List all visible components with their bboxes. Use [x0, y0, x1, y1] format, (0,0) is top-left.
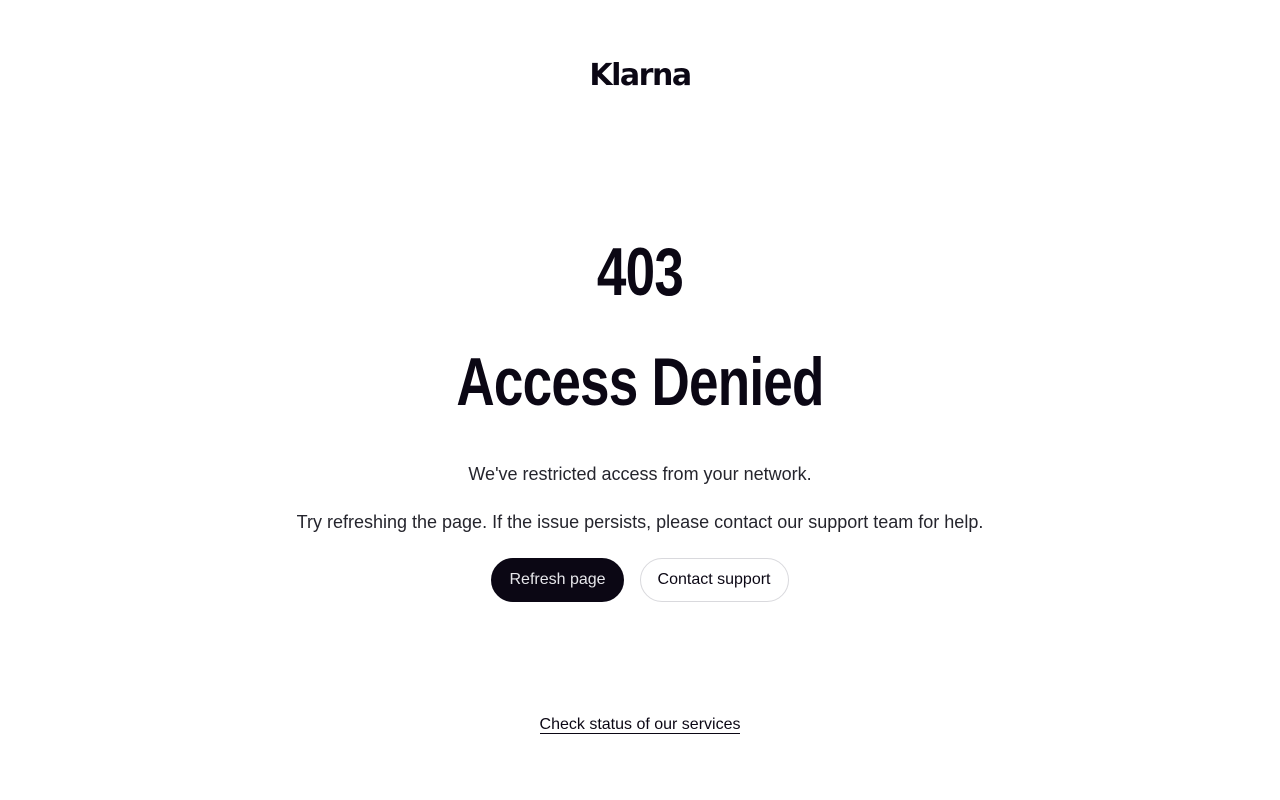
page-title: Access Denied	[456, 344, 824, 420]
error-code: 403	[596, 234, 684, 310]
klarna-logo: Klarna	[589, 58, 692, 93]
action-buttons: Refresh page Contact support	[0, 558, 1280, 602]
error-message-primary: We've restricted access from your networ…	[468, 464, 812, 484]
error-page: Klarna 403 Access Denied We've restricte…	[0, 0, 1280, 800]
check-status-link[interactable]: Check status of our services	[539, 716, 741, 734]
refresh-page-button[interactable]: Refresh page	[491, 558, 624, 602]
contact-support-button[interactable]: Contact support	[639, 558, 789, 602]
error-message-secondary: Try refreshing the page. If the issue pe…	[296, 512, 984, 532]
status-link-container: Check status of our services	[0, 714, 1280, 736]
